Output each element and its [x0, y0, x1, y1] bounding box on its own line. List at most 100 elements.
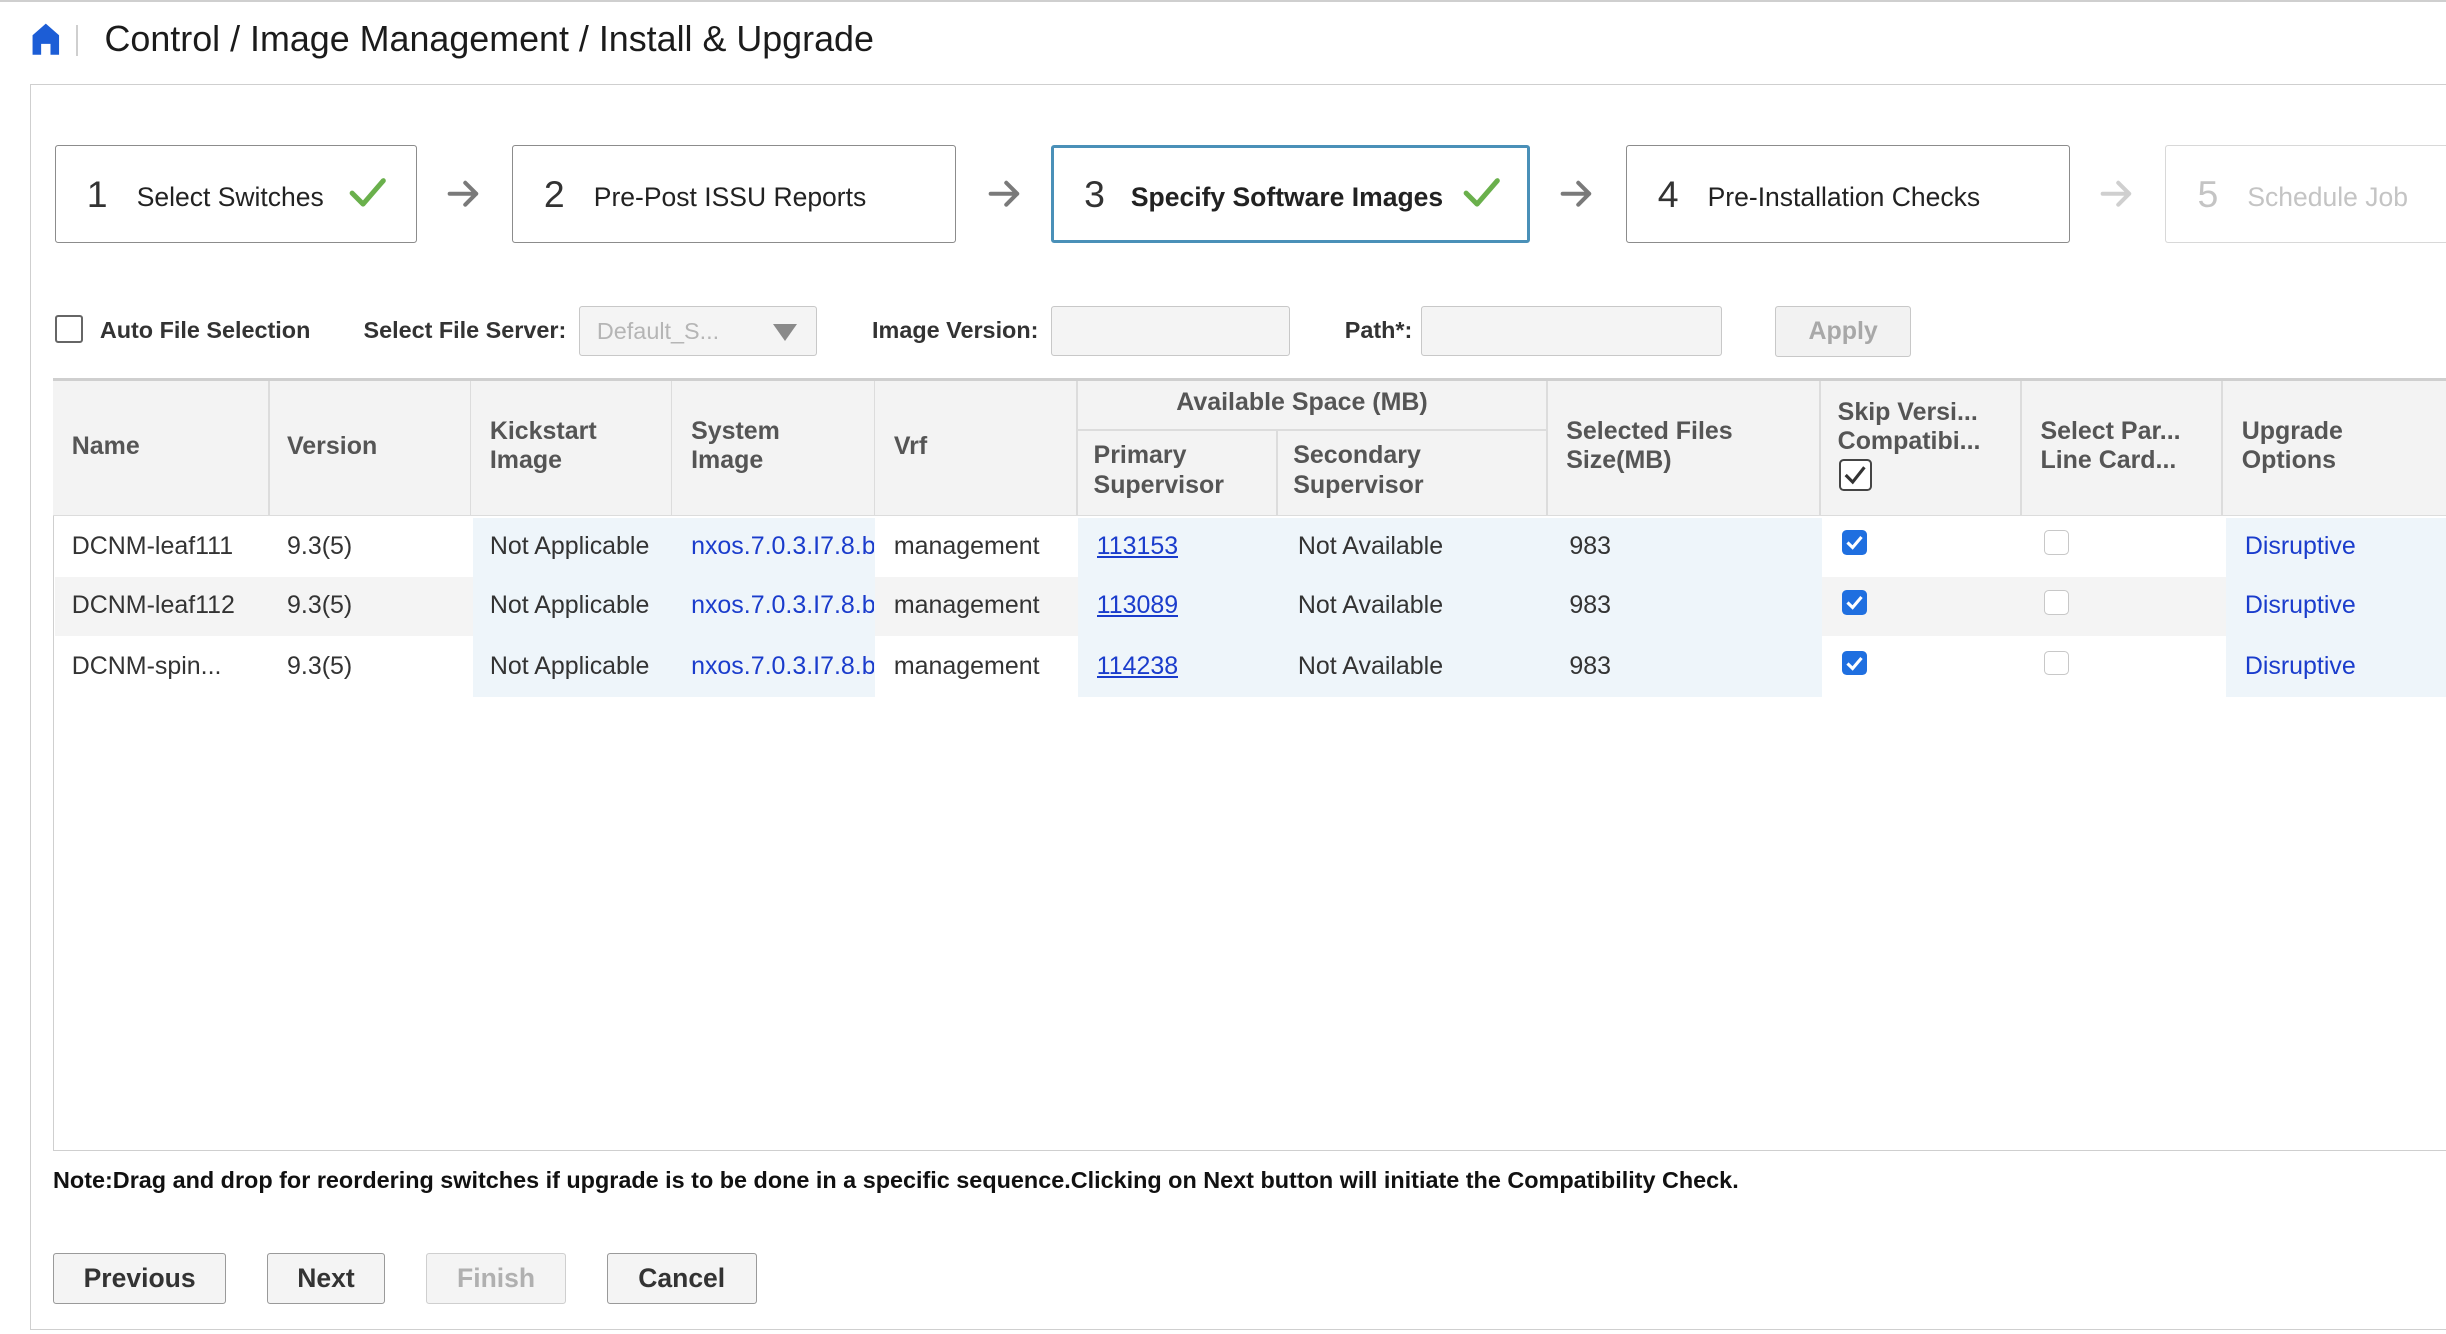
cell-system-image[interactable]: nxos.7.0.3.I7.8.bin — [691, 652, 874, 681]
skip-version-checkbox[interactable] — [1842, 650, 1868, 676]
step-number: 5 — [2197, 172, 2219, 215]
cell-version: 9.3(5) — [287, 531, 353, 560]
th-skip-version-line2[interactable]: Compatibi... — [1838, 427, 1981, 457]
skip-all-checkbox[interactable] — [1839, 458, 1872, 492]
col-divider — [1076, 380, 1078, 517]
col-divider — [2221, 380, 2223, 517]
th-vrf[interactable]: Vrf — [894, 432, 927, 462]
next-button[interactable]: Next — [266, 1252, 386, 1305]
th-primary-line2[interactable]: Supervisor — [1094, 471, 1224, 501]
col-divider — [469, 380, 472, 517]
th-skip-version-line1[interactable]: Skip Versi... — [1838, 398, 1978, 428]
table-row[interactable] — [55, 636, 2446, 695]
th-kickstart-line2[interactable]: Image — [490, 446, 562, 476]
th-system-line1[interactable]: System — [691, 417, 780, 447]
cell-primary-space-link[interactable]: 113153 — [1097, 532, 1178, 561]
step-label: Schedule Job — [2247, 181, 2408, 212]
arrow-right-icon — [2100, 180, 2132, 207]
skip-version-checkbox[interactable] — [1842, 589, 1868, 615]
cell-primary-space-link[interactable]: 113089 — [1097, 591, 1178, 620]
cell-name: DCNM-spin... — [71, 652, 222, 681]
cell-kickstart: Not Applicable — [489, 591, 650, 620]
cell-selected-size: 983 — [1569, 531, 1611, 560]
th-system-line2[interactable]: Image — [691, 446, 763, 476]
step-pre-installation-checks[interactable]: 4 Pre-Installation Checks — [1625, 145, 2071, 244]
arrow-right-icon — [1561, 180, 1592, 207]
reorder-note: Note:Drag and drop for reordering switch… — [53, 1166, 1739, 1193]
col-divider — [268, 380, 270, 517]
breadcrumb: Control / Image Management / Install & U… — [104, 18, 874, 59]
cell-system-image[interactable]: nxos.7.0.3.I7.8.bin — [691, 532, 874, 561]
check-icon — [349, 177, 386, 207]
auto-file-selection-checkbox[interactable] — [54, 315, 83, 344]
home-icon[interactable] — [31, 22, 61, 56]
apply-button[interactable]: Apply — [1775, 305, 1911, 358]
step-number: 3 — [1084, 173, 1105, 216]
cell-secondary-space: Not Available — [1297, 652, 1444, 681]
group-header-divider — [1076, 428, 1546, 431]
step-specify-software-images[interactable]: 3 Specify Software Images — [1051, 145, 1531, 244]
image-version-input[interactable] — [1051, 305, 1291, 356]
check-icon — [1463, 178, 1500, 207]
cell-selected-size: 983 — [1569, 591, 1611, 620]
col-divider — [670, 380, 673, 517]
col-divider — [2020, 380, 2022, 517]
image-version-label: Image Version: — [872, 316, 1039, 343]
step-label: Select Switches — [136, 181, 324, 212]
step-label: Pre-Installation Checks — [1707, 181, 1981, 212]
col-divider — [1818, 380, 1821, 517]
arrow-right-icon — [447, 180, 478, 207]
step-schedule-job: 5 Schedule Job — [2165, 145, 2446, 244]
select-file-server-label: Select File Server: — [363, 316, 567, 343]
th-primary-line1[interactable]: Primary — [1094, 441, 1187, 471]
th-version[interactable]: Version — [287, 432, 377, 462]
cell-secondary-space: Not Available — [1297, 531, 1444, 560]
previous-button[interactable]: Previous — [53, 1252, 227, 1305]
th-secondary-line2[interactable]: Supervisor — [1293, 471, 1423, 501]
th-secondary-line1[interactable]: Secondary — [1293, 441, 1421, 471]
cell-system-image[interactable]: nxos.7.0.3.I7.8.bin — [691, 591, 874, 620]
cell-upgrade-option[interactable]: Disruptive — [2245, 652, 2356, 681]
th-available-space: Available Space (MB) — [1176, 388, 1428, 417]
cell-vrf: management — [893, 591, 1040, 620]
th-select-parallel-line1[interactable]: Select Par... — [2040, 417, 2180, 447]
table-row[interactable] — [55, 577, 2446, 636]
cell-secondary-space: Not Available — [1297, 591, 1444, 620]
step-label: Pre-Post ISSU Reports — [593, 181, 867, 212]
th-selected-size-line2[interactable]: Size(MB) — [1566, 446, 1671, 476]
parallel-line-card-checkbox[interactable] — [2043, 530, 2069, 556]
path-input[interactable] — [1421, 305, 1723, 356]
arrow-right-icon — [988, 180, 1020, 207]
cell-upgrade-option[interactable]: Disruptive — [2245, 532, 2356, 561]
cell-vrf: management — [893, 652, 1040, 681]
file-server-select[interactable]: Default_S... — [578, 305, 818, 356]
file-server-value: Default_S... — [596, 317, 720, 344]
top-border — [0, 0, 2446, 2]
chevron-down-icon — [773, 323, 798, 341]
cell-name: DCNM-leaf112 — [71, 591, 235, 620]
check-icon — [1844, 465, 1866, 485]
cell-upgrade-option[interactable]: Disruptive — [2245, 591, 2356, 620]
table-row[interactable] — [55, 518, 2446, 577]
th-upgrade-line1[interactable]: Upgrade — [2242, 417, 2343, 447]
step-pre-post-issu-reports[interactable]: 2 Pre-Post ISSU Reports — [511, 145, 957, 244]
cancel-button[interactable]: Cancel — [606, 1252, 757, 1305]
th-selected-size-line1[interactable]: Selected Files — [1566, 417, 1732, 447]
cell-version: 9.3(5) — [287, 591, 353, 620]
step-number: 2 — [543, 172, 565, 215]
step-select-switches[interactable]: 1 Select Switches — [54, 145, 417, 244]
col-divider — [873, 380, 876, 517]
skip-version-checkbox[interactable] — [1842, 530, 1868, 556]
cell-primary-space-link[interactable]: 114238 — [1097, 652, 1178, 681]
th-kickstart-line1[interactable]: Kickstart — [490, 417, 597, 447]
cell-kickstart: Not Applicable — [489, 531, 650, 560]
th-select-parallel-line2[interactable]: Line Card... — [2040, 446, 2176, 476]
cell-version: 9.3(5) — [287, 652, 353, 681]
cell-kickstart: Not Applicable — [489, 652, 650, 681]
th-name[interactable]: Name — [72, 432, 140, 462]
parallel-line-card-checkbox[interactable] — [2043, 650, 2069, 676]
th-upgrade-line2[interactable]: Options — [2242, 446, 2336, 476]
cell-vrf: management — [893, 531, 1040, 560]
parallel-line-card-checkbox[interactable] — [2043, 589, 2069, 615]
path-label: Path*: — [1344, 316, 1413, 343]
